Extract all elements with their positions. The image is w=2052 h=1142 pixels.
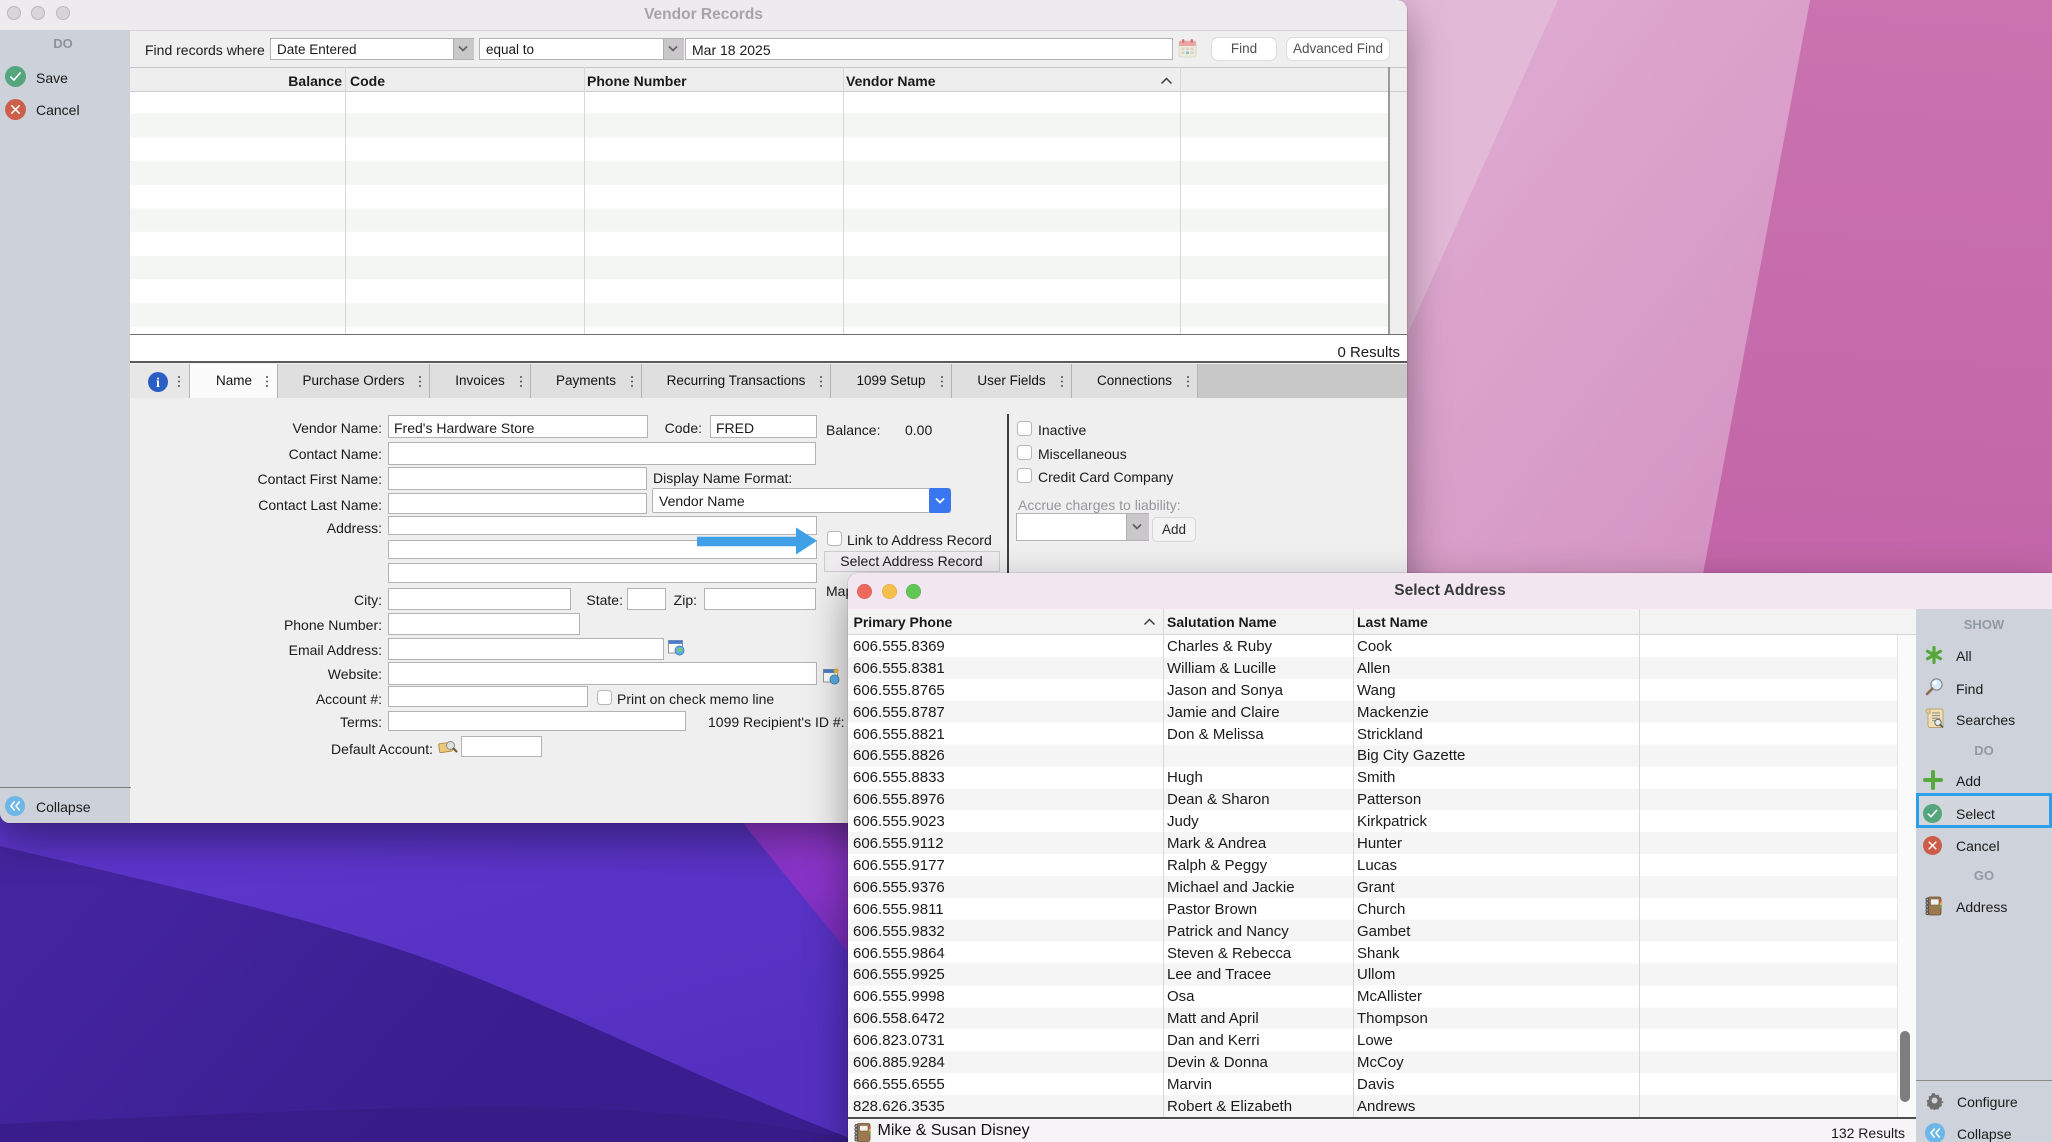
svg-text:i: i xyxy=(156,376,160,391)
